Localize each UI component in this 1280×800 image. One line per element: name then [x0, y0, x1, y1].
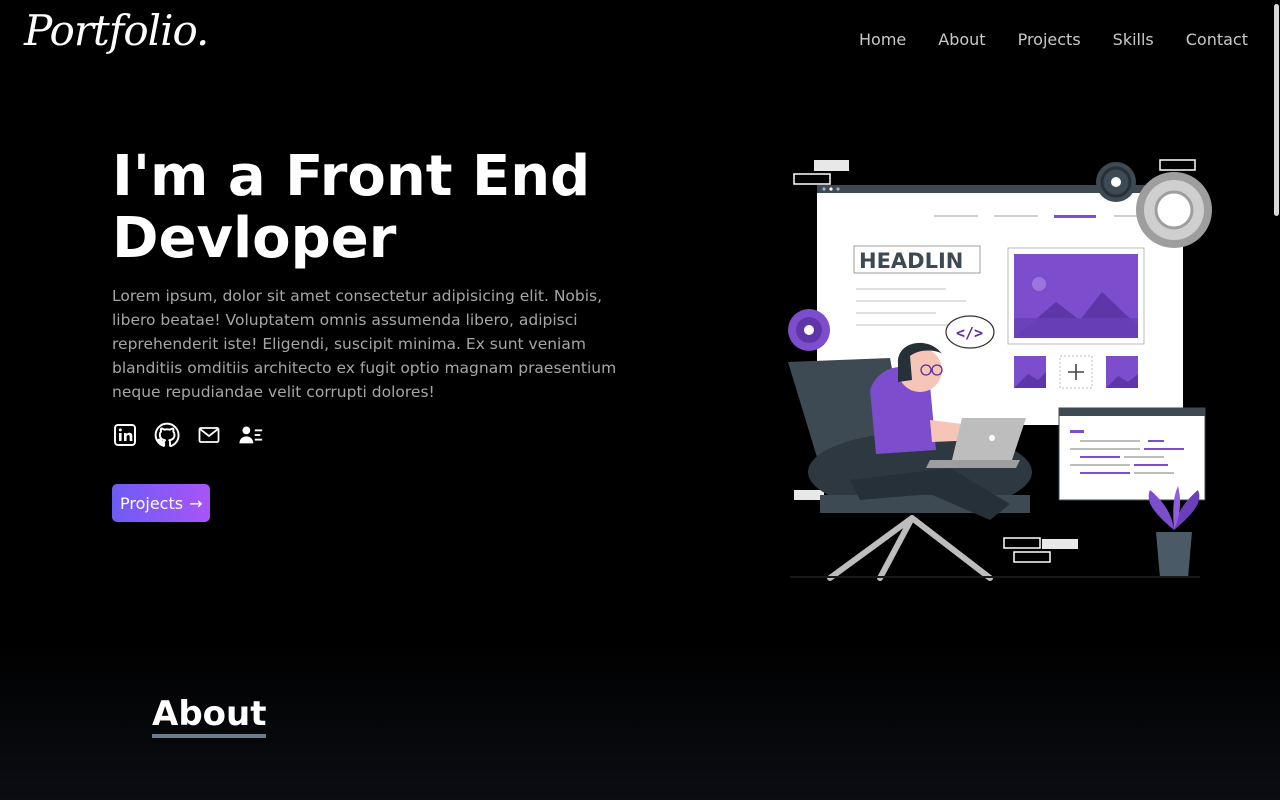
nav-projects-link[interactable]: Projects — [1018, 30, 1081, 50]
gear-icon-light — [1136, 172, 1212, 248]
nav-home-link[interactable]: Home — [859, 30, 906, 50]
social-links — [112, 422, 264, 448]
nav-menu: Home About Projects Skills Contact — [859, 30, 1248, 50]
code-symbol: </> — [956, 324, 983, 342]
nav-skills-link[interactable]: Skills — [1113, 30, 1154, 50]
nav-about-link[interactable]: About — [938, 30, 985, 50]
nav-contact-link[interactable]: Contact — [1186, 30, 1248, 50]
hero-title: I'm a Front End Devloper — [112, 144, 591, 271]
scrollbar-thumb[interactable] — [1274, 4, 1279, 216]
projects-button[interactable]: Projects → — [112, 484, 211, 522]
gear-icon-dark — [1096, 162, 1136, 202]
arrow-right-icon: → — [189, 493, 203, 513]
mail-icon[interactable] — [196, 422, 222, 448]
logo[interactable]: Portfolio. — [24, 6, 209, 55]
about-heading: About — [152, 694, 267, 738]
top-navbar: Portfolio. Home About Projects Skills Co… — [0, 0, 1280, 80]
developer-illustration: HEADLIN </> — [788, 159, 1212, 581]
contact-card-icon[interactable] — [238, 422, 264, 448]
hero-description: Lorem ipsum, dolor sit amet consectetur … — [112, 287, 617, 401]
headline-text: HEADLIN — [859, 249, 963, 273]
projects-button-label: Projects — [120, 493, 184, 513]
github-icon[interactable] — [154, 422, 180, 448]
linkedin-icon[interactable] — [112, 422, 138, 448]
gear-icon-purple — [788, 309, 830, 351]
